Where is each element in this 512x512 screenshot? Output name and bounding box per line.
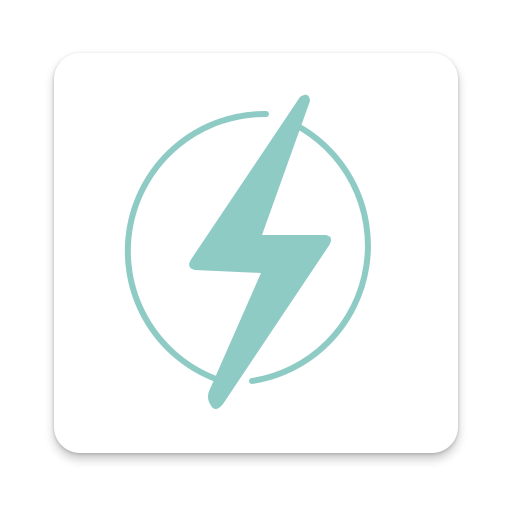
app-icon-tile[interactable]	[54, 53, 458, 453]
screen	[0, 0, 512, 512]
lightning-bolt-shape	[189, 94, 332, 409]
lightning-bolt-in-circle-icon	[124, 94, 371, 409]
